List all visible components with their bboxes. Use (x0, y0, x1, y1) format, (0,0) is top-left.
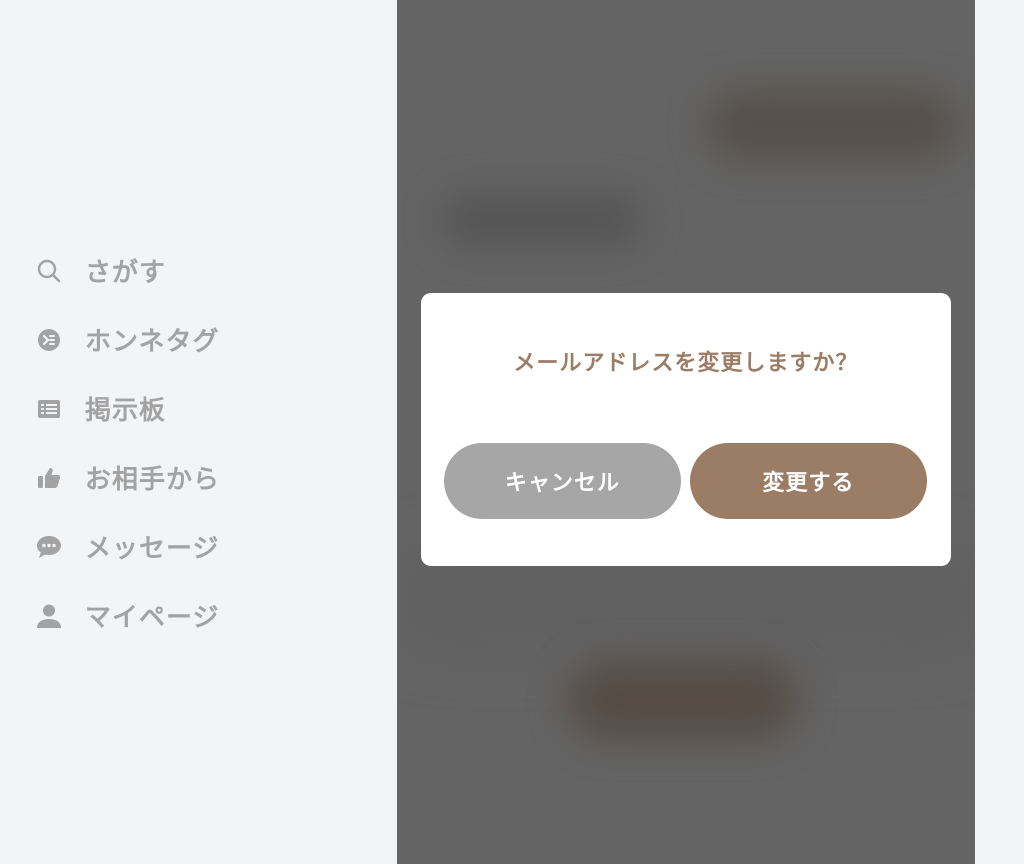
board-icon (35, 395, 63, 423)
tag-icon (35, 326, 63, 354)
sidebar-item-my-page[interactable]: マイページ (35, 581, 220, 650)
blurred-content (442, 195, 642, 245)
sidebar-item-label: 掲示板 (85, 396, 167, 426)
dialog-title: メールアドレスを変更しますか？ (513, 351, 859, 376)
blurred-content (707, 90, 957, 160)
sidebar-item-honne-tag[interactable]: ホンネタグ (35, 305, 220, 374)
sidebar: さがす ホンネタグ 掲示板 お相手から メッセージ マイページ (0, 0, 397, 864)
right-margin (975, 0, 1024, 864)
sidebar-item-board[interactable]: 掲示板 (35, 374, 220, 443)
blurred-content (397, 560, 975, 640)
chat-bubble-icon (35, 533, 63, 561)
search-icon (35, 257, 63, 285)
sidebar-item-label: さがす (85, 258, 167, 288)
cancel-button[interactable]: キャンセル (444, 443, 681, 519)
sidebar-item-label: ホンネタグ (85, 327, 220, 357)
blurred-content (567, 660, 797, 740)
person-icon (35, 602, 63, 630)
sidebar-item-label: お相手から (85, 465, 221, 495)
confirm-change-button[interactable]: 変更する (690, 443, 927, 519)
sidebar-nav: さがす ホンネタグ 掲示板 お相手から メッセージ マイページ (35, 236, 220, 650)
sidebar-item-label: メッセージ (85, 534, 220, 564)
sidebar-item-search[interactable]: さがす (35, 236, 220, 305)
sidebar-item-from-partner[interactable]: お相手から (35, 443, 220, 512)
sidebar-item-messages[interactable]: メッセージ (35, 512, 220, 581)
thumbs-up-icon (35, 464, 63, 492)
confirm-dialog: メールアドレスを変更しますか？ キャンセル 変更する (421, 293, 951, 566)
sidebar-item-label: マイページ (85, 603, 220, 633)
